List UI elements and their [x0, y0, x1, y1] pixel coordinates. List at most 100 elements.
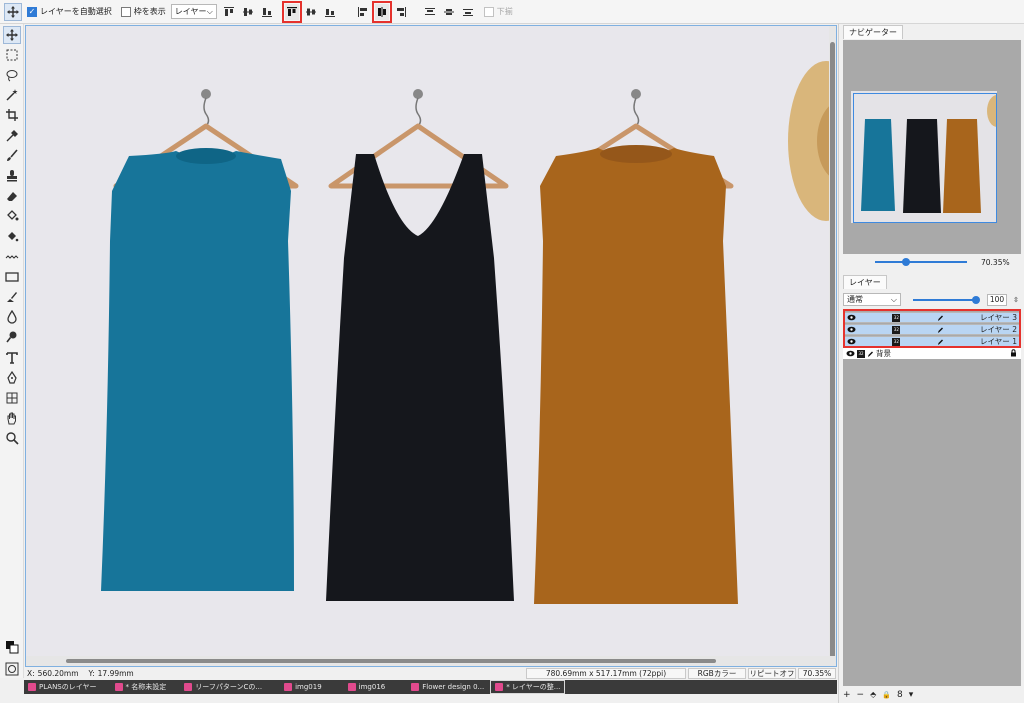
eraser-icon[interactable]	[3, 187, 21, 205]
mask-icon[interactable]: ⬘	[870, 690, 876, 699]
doc-tab-active[interactable]: * レイヤーの整...	[490, 680, 566, 694]
pen-icon[interactable]	[3, 369, 21, 387]
horizontal-scroll-thumb[interactable]	[66, 659, 716, 663]
x-value: 560.20mm	[37, 669, 79, 678]
align-top-icon	[223, 6, 234, 16]
document-icon	[114, 683, 123, 691]
doc-tab[interactable]: PLANSのレイヤー	[24, 680, 101, 694]
doc-tab-label: PLANSのレイヤー	[39, 683, 97, 691]
distribute-bottom-icon	[462, 8, 473, 16]
repeat-button[interactable]: リピートオフ	[748, 668, 796, 679]
doc-tab[interactable]: img019	[280, 680, 326, 694]
align-top-edge-button[interactable]	[281, 0, 302, 23]
doc-tab[interactable]: リーフパターンCの...	[180, 680, 266, 694]
distribute-bottom-button[interactable]	[461, 4, 475, 20]
options-bar: ✓ レイヤーを自動選択 枠を表示 レイヤー ⌵ 下揃	[0, 0, 1024, 24]
tab-navigator[interactable]: ナビゲーター	[843, 25, 903, 39]
layer-row[interactable]: 32 レイヤー 1	[843, 336, 1021, 347]
layer-name: レイヤー 2	[980, 325, 1017, 334]
eye-icon[interactable]	[847, 338, 856, 345]
eye-icon[interactable]	[847, 326, 856, 333]
align-bottom-edge-icon	[324, 8, 335, 17]
document-canvas[interactable]	[25, 25, 837, 667]
align-vcenter-button[interactable]	[241, 4, 255, 20]
align-left-button[interactable]	[356, 4, 370, 20]
layer-row[interactable]: 32 レイヤー 3	[843, 312, 1021, 323]
align-hcenter-button[interactable]	[371, 0, 392, 23]
hand-icon[interactable]	[3, 409, 21, 427]
blend-mode-select[interactable]: 通常 ⌵	[843, 293, 901, 306]
crop-icon[interactable]	[3, 106, 21, 124]
bottom-align-checkbox[interactable]: 下揃	[483, 6, 513, 17]
layer-row-background[interactable]: 32 背景	[843, 348, 1021, 359]
gradient-icon[interactable]	[3, 248, 21, 266]
auto-select-checkbox[interactable]: ✓ レイヤーを自動選択	[27, 6, 112, 17]
zoom-icon[interactable]	[3, 429, 21, 447]
color-mode-button[interactable]: RGBカラー	[688, 668, 746, 679]
quick-mask-icon[interactable]	[3, 660, 21, 678]
align-bottom-button[interactable]	[260, 4, 274, 20]
align-vcenter-icon	[242, 7, 253, 16]
add-layer-icon[interactable]: +	[843, 690, 851, 700]
marquee-icon[interactable]	[3, 46, 21, 64]
spinner-icon[interactable]: ⇳	[1013, 296, 1019, 304]
eyedropper-icon[interactable]	[3, 127, 21, 145]
align-bottom-icon	[261, 7, 272, 17]
doc-tab[interactable]: * 名称未設定	[111, 680, 171, 694]
layer-row[interactable]: 32 レイヤー 2	[843, 324, 1021, 335]
lasso-icon[interactable]	[3, 66, 21, 84]
fill-tool-icon[interactable]	[3, 227, 21, 245]
layer-footer: + − ⬘ 🔒 8 ▾	[843, 688, 1021, 701]
zoom-readout[interactable]: 70.35%	[798, 668, 836, 679]
color-swap-icon[interactable]	[3, 638, 21, 656]
navigator-panel[interactable]	[843, 40, 1021, 254]
doc-tab-label: * レイヤーの整...	[506, 683, 561, 691]
layer-name: レイヤー 1	[980, 337, 1017, 346]
move-icon[interactable]	[3, 26, 21, 44]
navigator-zoom-value: 70.35%	[981, 257, 1010, 267]
text-icon[interactable]	[3, 349, 21, 367]
vertical-scroll-thumb[interactable]	[830, 42, 835, 660]
distribute-top-button[interactable]	[423, 4, 437, 20]
align-right-button[interactable]	[394, 4, 408, 20]
distribute-middle-button[interactable]	[442, 4, 456, 20]
vertical-scrollbar[interactable]	[829, 26, 836, 666]
blue-dress	[101, 151, 294, 591]
footer-menu-icon[interactable]: ▾	[909, 690, 914, 700]
move-tool-icon[interactable]	[4, 2, 22, 21]
doc-tab[interactable]: Flower design 0...	[407, 680, 488, 694]
align-top-button[interactable]	[222, 4, 236, 20]
smudge-icon[interactable]	[3, 288, 21, 306]
align-bottom-edge-button[interactable]	[323, 4, 337, 20]
blur-icon[interactable]	[3, 308, 21, 326]
horizontal-scrollbar[interactable]	[26, 656, 836, 666]
layer-thumbnail: 32	[892, 313, 901, 322]
pencil-icon	[867, 350, 874, 358]
bucket-icon[interactable]	[3, 207, 21, 225]
navigator-view-frame[interactable]	[853, 93, 997, 223]
align-left-icon	[357, 6, 367, 17]
eye-icon[interactable]	[847, 314, 856, 321]
slider-knob[interactable]	[902, 258, 910, 266]
distribute-middle-icon	[443, 8, 454, 15]
remove-layer-icon[interactable]: −	[857, 690, 865, 700]
brush-icon[interactable]	[3, 147, 21, 165]
opacity-input[interactable]: 100	[987, 293, 1007, 306]
shape-icon[interactable]	[3, 268, 21, 286]
tab-layers[interactable]: レイヤー	[843, 275, 887, 289]
dodge-icon[interactable]	[3, 328, 21, 346]
y-value: 17.99mm	[97, 669, 134, 678]
navigator-zoom-slider[interactable]	[875, 258, 967, 266]
target-select[interactable]: レイヤー ⌵	[170, 4, 217, 19]
grid-icon[interactable]	[3, 389, 21, 407]
stamp-icon[interactable]	[3, 167, 21, 185]
target-select-value: レイヤー	[174, 7, 207, 16]
slider-knob[interactable]	[972, 295, 980, 304]
lock-layer-icon[interactable]: 🔒	[882, 691, 891, 699]
align-middle-button[interactable]	[304, 4, 318, 20]
eye-icon[interactable]	[846, 350, 855, 357]
magic-wand-icon[interactable]	[3, 86, 21, 104]
doc-tab[interactable]: img016	[344, 680, 390, 694]
opacity-slider[interactable]	[913, 295, 980, 304]
show-bounds-checkbox[interactable]: 枠を表示	[120, 6, 166, 17]
